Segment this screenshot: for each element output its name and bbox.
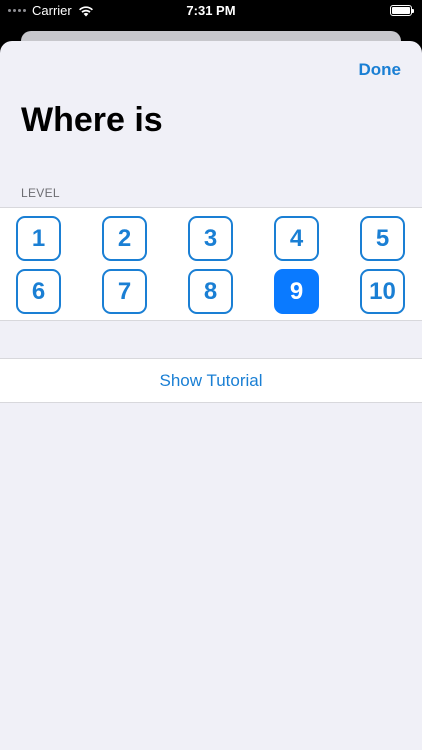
battery-icon	[390, 5, 414, 16]
level-grid: 1 2 3 4 5 6 7 8 9 10	[0, 208, 422, 322]
show-tutorial-button[interactable]: Show Tutorial	[0, 358, 422, 403]
status-bar: Carrier 7:31 PM	[0, 0, 422, 22]
level-button-4[interactable]: 4	[274, 216, 319, 261]
level-button-8[interactable]: 8	[188, 269, 233, 314]
level-button-3[interactable]: 3	[188, 216, 233, 261]
level-button-1[interactable]: 1	[16, 216, 61, 261]
done-button[interactable]: Done	[359, 60, 402, 80]
level-button-9[interactable]: 9	[274, 269, 319, 314]
level-button-7[interactable]: 7	[102, 269, 147, 314]
show-tutorial-label: Show Tutorial	[159, 370, 263, 390]
level-picker: 1 2 3 4 5 6 7 8 9 10	[0, 207, 422, 321]
level-button-6[interactable]: 6	[16, 269, 61, 314]
settings-sheet: Done Where is LEVEL 1 2 3 4 5 6 7 8 9 10 Show Tut…	[0, 41, 422, 750]
level-section-header: LEVEL	[21, 186, 60, 200]
level-button-2[interactable]: 2	[102, 216, 147, 261]
level-button-10[interactable]: 10	[360, 269, 405, 314]
level-button-5[interactable]: 5	[360, 216, 405, 261]
status-time: 7:31 PM	[186, 3, 236, 18]
page-title: Where is	[21, 101, 163, 139]
